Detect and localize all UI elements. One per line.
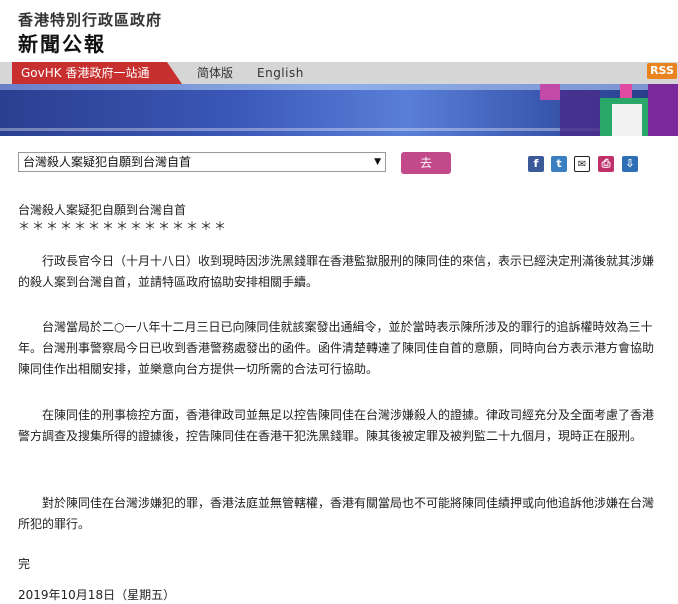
banner-block	[648, 84, 678, 136]
header-banner	[0, 84, 678, 136]
mail-icon[interactable]: ✉	[574, 156, 590, 172]
save-icon[interactable]: ⇩	[622, 156, 638, 172]
article-toolbar: 台灣殺人案疑犯自願到台灣自首 ▼ 去 f t ✉ ⎙ ⇩	[0, 146, 678, 180]
banner-block	[612, 104, 642, 136]
page-title: 新聞公報	[18, 32, 106, 56]
department-name: 香港特別行政區政府	[18, 11, 163, 29]
top-navbar: GovHK 香港政府一站通 简体版 English RSS	[0, 62, 678, 84]
print-icon[interactable]: ⎙	[598, 156, 614, 172]
article-paragraph: 行政長官今日（十月十八日）收到現時因涉洗黑錢罪在香港監獄服刑的陳同佳的來信，表示…	[18, 254, 655, 289]
rss-icon[interactable]: RSS	[647, 63, 677, 79]
article-paragraph: 對於陳同佳在台灣涉嫌犯的罪，香港法庭並無管轄權，香港有關當局也不可能將陳同佳績押…	[18, 496, 655, 531]
select-value: 台灣殺人案疑犯自願到台灣自首	[23, 155, 192, 169]
banner-block	[540, 84, 560, 100]
article-paragraph: 在陳同佳的刑事檢控方面，香港律政司並無足以控告陳同佳在台灣涉嫌殺人的證據。律政司…	[18, 408, 655, 443]
press-release-select[interactable]: 台灣殺人案疑犯自願到台灣自首 ▼	[18, 152, 386, 172]
govhk-link[interactable]: GovHK 香港政府一站通	[12, 62, 182, 84]
headline-separator: ＊＊＊＊＊＊＊＊＊＊＊＊＊＊＊	[18, 219, 229, 233]
banner-block	[620, 84, 632, 98]
simplified-chinese-link[interactable]: 简体版	[197, 62, 233, 84]
article-end-mark: 完	[18, 557, 31, 571]
article-date: 2019年10月18日（星期五）	[18, 588, 176, 602]
article-headline: 台灣殺人案疑犯自願到台灣自首	[18, 203, 187, 217]
facebook-icon[interactable]: f	[528, 156, 544, 172]
banner-block	[560, 90, 600, 136]
twitter-icon[interactable]: t	[551, 156, 567, 172]
article-paragraph: 台灣當局於二○一八年十二月三日已向陳同佳就該案發出通緝令，並於當時表示陳所涉及的…	[18, 320, 655, 376]
chevron-down-icon: ▼	[374, 157, 381, 167]
go-button[interactable]: 去	[401, 152, 451, 174]
page-header: 香港特別行政區政府 新聞公報	[0, 0, 678, 60]
english-link[interactable]: English	[257, 62, 304, 84]
